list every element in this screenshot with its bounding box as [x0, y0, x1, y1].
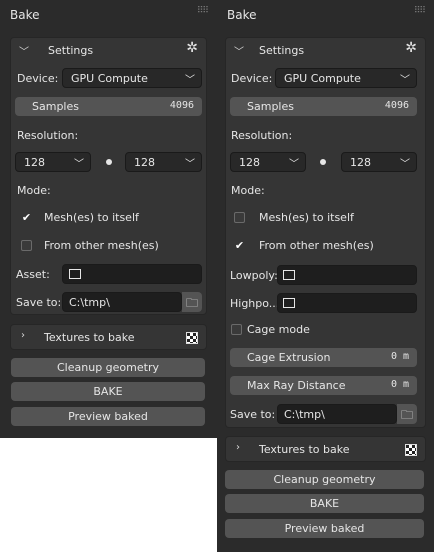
resolution-x-value: 128: [24, 156, 45, 169]
panel-title: Bake: [10, 8, 40, 22]
checkbox-unchecked-icon[interactable]: [21, 240, 32, 251]
bake-button[interactable]: BAKE: [11, 382, 205, 401]
device-label: Device:: [17, 72, 59, 85]
device-dropdown[interactable]: GPU Compute ﹀: [275, 68, 417, 88]
settings-header[interactable]: Settings: [259, 44, 304, 57]
chevron-down-icon[interactable]: ﹀: [19, 43, 29, 58]
folder-icon[interactable]: 🗀: [182, 292, 202, 312]
chevron-down-icon: ﹀: [74, 159, 84, 170]
cage-mode-checkbox[interactable]: [231, 324, 242, 335]
cage-extrusion-slider[interactable]: Cage Extrusion 0 m: [230, 348, 417, 367]
textures-header[interactable]: Textures to bake: [44, 331, 135, 344]
asset-icon: [69, 269, 81, 279]
bake-button[interactable]: BAKE: [225, 494, 424, 513]
bake-panel-right: Bake ⠿⠿ ﹀ Settings ✲ Device: GPU Compute…: [217, 0, 434, 552]
cage-extrusion-value: 0 m: [390, 351, 409, 362]
save-to-label: Save to:: [230, 408, 276, 421]
resolution-x-dropdown[interactable]: 128 ﹀: [230, 152, 306, 172]
cage-mode-label[interactable]: Cage mode: [247, 323, 310, 336]
preview-baked-button[interactable]: Preview baked: [11, 407, 205, 426]
folder-icon[interactable]: 🗀: [397, 404, 417, 424]
samples-value: 4096: [169, 100, 194, 111]
samples-slider[interactable]: Samples 4096: [15, 97, 202, 116]
resolution-x-dropdown[interactable]: 128 ﹀: [15, 152, 91, 172]
max-ray-distance-slider[interactable]: Max Ray Distance 0 m: [230, 376, 417, 395]
mode-option-mesh-to-itself[interactable]: Mesh(es) to itself: [44, 211, 139, 224]
save-path-input[interactable]: C:\tmp\: [62, 292, 182, 312]
cage-extrusion-label: Cage Extrusion: [247, 351, 331, 364]
chevron-down-icon: ﹀: [400, 159, 410, 170]
lowpoly-label: Lowpoly:: [230, 269, 278, 282]
samples-slider[interactable]: Samples 4096: [230, 97, 417, 116]
mode-option-mesh-to-itself[interactable]: Mesh(es) to itself: [259, 211, 354, 224]
asset-label: Asset:: [16, 268, 50, 281]
cleanup-geometry-button[interactable]: Cleanup geometry: [11, 358, 205, 377]
settings-box: ﹀ Settings ✲ Device: GPU Compute ﹀ Sampl…: [225, 37, 426, 428]
resolution-label: Resolution:: [231, 129, 293, 142]
panel-title: Bake: [227, 8, 257, 22]
preview-baked-button[interactable]: Preview baked: [225, 519, 424, 538]
checkbox-checked-icon[interactable]: ✔: [21, 212, 32, 223]
chevron-down-icon: ﹀: [185, 159, 195, 170]
device-dropdown[interactable]: GPU Compute ﹀: [62, 68, 202, 88]
textures-box: › Textures to bake: [10, 324, 207, 350]
link-dot-icon: [106, 159, 112, 165]
resolution-y-dropdown[interactable]: 128 ﹀: [341, 152, 417, 172]
max-ray-distance-value: 0 m: [390, 379, 409, 390]
samples-label: Samples: [32, 100, 79, 113]
mode-label: Mode:: [231, 184, 265, 197]
checkbox-unchecked-icon[interactable]: [234, 212, 245, 223]
device-value: GPU Compute: [284, 72, 361, 85]
drag-grip-icon[interactable]: ⠿⠿: [197, 6, 209, 16]
asset-field[interactable]: [62, 264, 202, 284]
save-to-label: Save to:: [16, 296, 62, 309]
resolution-y-dropdown[interactable]: 128 ﹀: [125, 152, 202, 172]
settings-header[interactable]: Settings: [48, 44, 93, 57]
chevron-down-icon: ﹀: [185, 75, 195, 86]
samples-value: 4096: [384, 100, 409, 111]
chevron-down-icon[interactable]: ﹀: [234, 43, 244, 58]
mode-label: Mode:: [17, 184, 51, 197]
object-icon: [283, 270, 295, 280]
resolution-label: Resolution:: [17, 129, 79, 142]
save-path-input[interactable]: C:\tmp\: [277, 404, 397, 424]
checkbox-checked-icon[interactable]: ✔: [234, 240, 245, 251]
chevron-right-icon[interactable]: ›: [236, 442, 240, 453]
cleanup-geometry-button[interactable]: Cleanup geometry: [225, 470, 424, 489]
resolution-x-value: 128: [239, 156, 260, 169]
samples-label: Samples: [247, 100, 294, 113]
gear-icon: ✲: [186, 40, 198, 56]
settings-box: ﹀ Settings ✲ Device: GPU Compute ﹀ Sampl…: [10, 37, 207, 315]
textures-header[interactable]: Textures to bake: [259, 443, 350, 456]
max-ray-distance-label: Max Ray Distance: [247, 379, 346, 392]
checker-texture-icon: [186, 332, 198, 344]
mode-option-from-other-mesh[interactable]: From other mesh(es): [44, 239, 159, 252]
resolution-y-value: 128: [134, 156, 155, 169]
object-icon: [283, 298, 295, 308]
device-value: GPU Compute: [71, 72, 148, 85]
highpoly-label: Highpo...: [230, 297, 280, 310]
chevron-down-icon: ﹀: [289, 159, 299, 170]
chevron-down-icon: ﹀: [400, 75, 410, 86]
device-label: Device:: [231, 72, 273, 85]
chevron-right-icon[interactable]: ›: [21, 330, 25, 341]
link-dot-icon: [320, 159, 326, 165]
textures-box: › Textures to bake: [225, 436, 426, 462]
highpoly-field[interactable]: [277, 293, 417, 313]
save-path-value: C:\tmp\: [69, 296, 110, 309]
checker-texture-icon: [405, 444, 417, 456]
resolution-y-value: 128: [350, 156, 371, 169]
drag-grip-icon[interactable]: ⠿⠿: [414, 6, 426, 16]
gear-icon: ✲: [405, 40, 417, 56]
bake-panel-left: Bake ⠿⠿ ﹀ Settings ✲ Device: GPU Compute…: [0, 0, 217, 438]
lowpoly-field[interactable]: [277, 265, 417, 285]
mode-option-from-other-mesh[interactable]: From other mesh(es): [259, 239, 374, 252]
save-path-value: C:\tmp\: [284, 408, 325, 421]
